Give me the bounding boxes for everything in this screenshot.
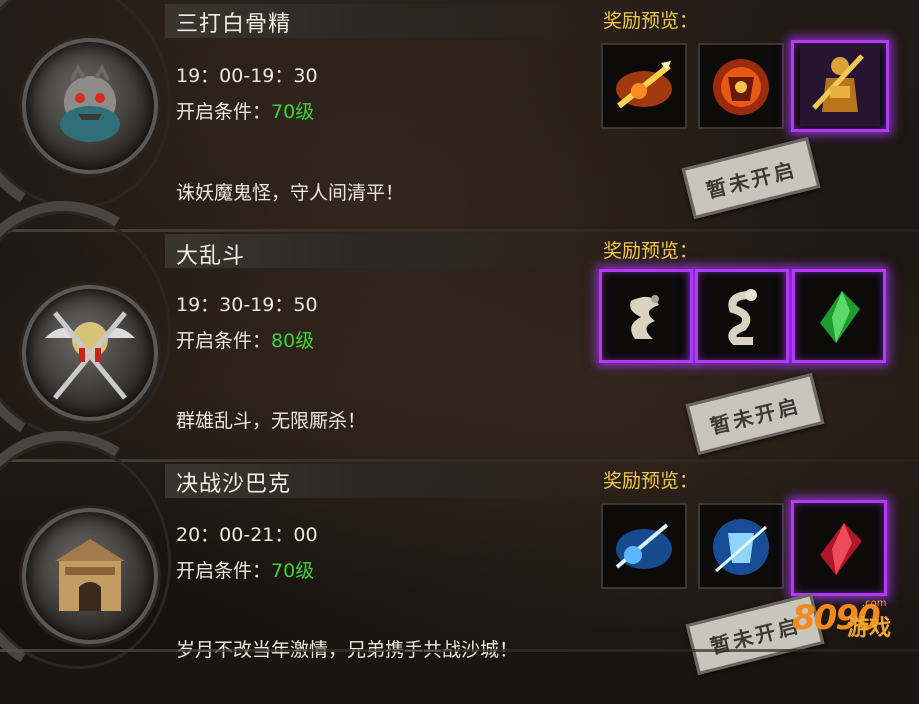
reward-preview-label: 奖励预览： — [603, 10, 699, 32]
event-description: 诛妖魔鬼怪，守人间清平！ — [176, 182, 405, 204]
event-title: 大乱斗 — [176, 244, 246, 269]
reward-slot[interactable] — [791, 500, 887, 596]
level-requirement: 80级 — [271, 330, 315, 352]
reward-slot[interactable] — [791, 40, 889, 132]
not-open-stamp: 暂未开启 — [681, 137, 821, 219]
event-row-2[interactable]: 大乱斗 19：30-19：50 开启条件：80级 群雄乱斗，无限厮杀！ 奖励预览… — [0, 175, 919, 475]
event-description: 群雄乱斗，无限厮杀！ — [176, 410, 367, 432]
event-title: 三打白骨精 — [176, 12, 292, 37]
reward-slot[interactable] — [599, 269, 693, 363]
dragon-statue-icon — [630, 295, 659, 339]
reward-preview-label: 奖励预览： — [603, 470, 699, 492]
crossed-swords-icon — [22, 285, 158, 421]
not-open-stamp: 暂未开启 — [685, 373, 825, 455]
serpent-statue-icon — [728, 289, 757, 345]
reward-preview-label: 奖励预览： — [603, 240, 699, 262]
event-time: 19：30-19：50 — [176, 294, 318, 316]
event-row-3[interactable]: 决战沙巴克 20：00-21：00 开启条件：70级 岁月不改当年激情，兄弟携手… — [0, 405, 919, 704]
event-description: 岁月不改当年激情，兄弟携手共战沙城！ — [176, 639, 519, 661]
condition-label: 开启条件： — [176, 101, 272, 123]
event-row-1[interactable]: 三打白骨精 19：00-19：30 开启条件：70级 诛妖魔鬼怪，守人间清平！ … — [0, 0, 919, 245]
flame-spear-icon — [616, 61, 672, 109]
site-watermark-logo: 8090 .com 游戏 — [790, 596, 919, 650]
reward-slot[interactable] — [698, 503, 784, 589]
flame-armor-icon — [713, 59, 769, 115]
fortress-gate-icon — [22, 508, 158, 644]
reward-slot[interactable] — [792, 269, 886, 363]
condition-label: 开启条件： — [176, 560, 272, 582]
ice-armor-icon — [713, 519, 769, 575]
reward-slot[interactable] — [698, 43, 784, 129]
event-title: 决战沙巴克 — [176, 472, 292, 497]
watermark-domain: .com — [862, 598, 887, 609]
open-condition: 开启条件：80级 — [176, 326, 314, 353]
red-gem-icon — [820, 523, 862, 575]
ice-spear-icon — [615, 523, 672, 569]
watermark-text: 游戏 — [847, 616, 892, 641]
condition-label: 开启条件： — [176, 330, 272, 352]
reward-slot[interactable] — [601, 503, 687, 589]
reward-slot[interactable] — [601, 43, 687, 129]
reward-slot[interactable] — [695, 269, 789, 363]
open-condition: 开启条件：70级 — [176, 556, 314, 583]
green-gem-icon — [820, 291, 860, 343]
golden-warrior-icon — [800, 46, 880, 126]
event-time: 20：00-21：00 — [176, 524, 318, 546]
open-condition: 开启条件：70级 — [176, 97, 314, 124]
event-time: 19：00-19：30 — [176, 65, 318, 87]
level-requirement: 70级 — [271, 560, 315, 582]
demon-skull-icon — [22, 38, 158, 174]
level-requirement: 70级 — [271, 101, 315, 123]
